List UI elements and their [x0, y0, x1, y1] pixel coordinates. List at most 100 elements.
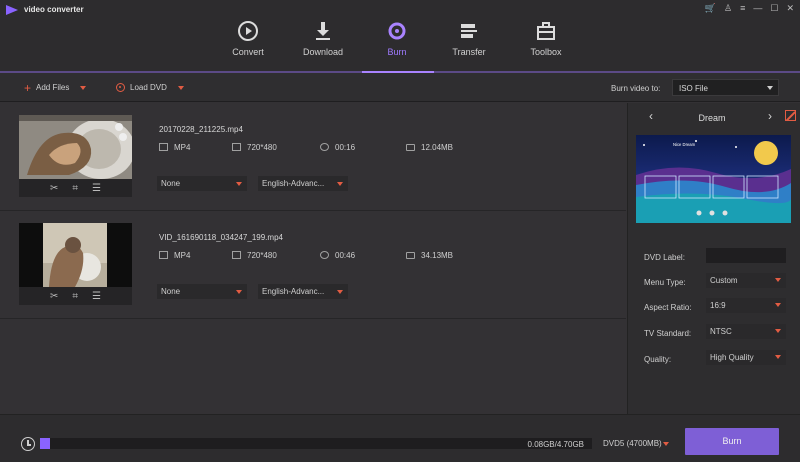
aspect-ratio-label: Aspect Ratio: [644, 303, 692, 312]
menu-template-preview[interactable]: Nice Dream [636, 135, 791, 223]
burn-disc-icon [388, 22, 406, 40]
tab-label: Download [302, 47, 344, 57]
dvd-label-input[interactable] [706, 248, 786, 263]
audio-select[interactable]: English-Advanc... [258, 284, 348, 299]
burn-settings-panel: ‹ Dream › Nice Dream DVD Label: Menu Typ… [627, 103, 800, 414]
toolbar: + Add Files Load DVD Burn video to: ISO … [0, 73, 800, 102]
subtitle-select[interactable]: None [157, 284, 247, 299]
tv-standard-value: NTSC [710, 327, 732, 336]
size-meta: 12.04MB [406, 143, 453, 152]
clock-icon [320, 251, 329, 259]
duration-value: 00:46 [335, 250, 356, 260]
chevron-down-icon[interactable] [80, 85, 87, 90]
subtitle-value: None [161, 179, 181, 188]
resolution-value: 720*480 [247, 250, 277, 260]
list-item[interactable]: ✂ ⌗ ☰ 20170228_211225.mp4 MP4 720*480 00… [0, 103, 626, 211]
main-nav: Convert Download Burn Transfer Toolbox [0, 18, 800, 72]
list-item[interactable]: ✂ ⌗ ☰ VID_161690118_034247_199.mp4 MP4 7… [0, 211, 626, 319]
minimize-icon[interactable]: — [753, 3, 762, 13]
size-meta: 34.13MB [406, 251, 453, 260]
crop-icon[interactable]: ⌗ [72, 183, 78, 194]
maximize-icon[interactable]: ☐ [770, 3, 778, 13]
resolution-icon [232, 251, 241, 259]
duration-meta: 00:16 [320, 143, 355, 152]
file-list: ✂ ⌗ ☰ 20170228_211225.mp4 MP4 720*480 00… [0, 103, 626, 414]
app-window: video converter 🛒 ♙ ≡ — ☐ ✕ Convert Down… [0, 0, 800, 462]
chevron-down-icon [775, 278, 781, 282]
chevron-down-icon [663, 442, 669, 446]
menu-type-label: Menu Type: [644, 278, 686, 287]
transfer-icon [461, 24, 477, 38]
thumbnail-tools: ✂ ⌗ ☰ [19, 179, 132, 197]
tab-burn[interactable]: Burn [357, 18, 437, 72]
disc-type-select[interactable]: DVD5 (4700MB) [600, 436, 672, 451]
chevron-down-icon[interactable] [177, 85, 184, 90]
subtitle-select[interactable]: None [157, 176, 247, 191]
format-meta: MP4 [159, 251, 190, 260]
clock-icon [320, 143, 329, 151]
capacity-fill [40, 438, 50, 449]
download-icon [316, 22, 330, 40]
add-files-button[interactable]: + Add Files [24, 82, 87, 94]
scissors-icon[interactable]: ✂ [50, 183, 58, 194]
quality-select[interactable]: High Quality [706, 350, 786, 365]
edit-template-icon[interactable] [785, 110, 796, 121]
chevron-down-icon [236, 182, 242, 186]
user-icon[interactable]: ♙ [724, 3, 732, 13]
thumbnail[interactable]: ✂ ⌗ ☰ [19, 223, 132, 305]
size-value: 34.13MB [421, 250, 454, 260]
disc-capacity-bar: 0.08GB/4.70GB [40, 438, 592, 449]
tab-toolbox[interactable]: Toolbox [506, 18, 586, 72]
bottom-bar: 0.08GB/4.70GB DVD5 (4700MB) Burn [0, 414, 800, 462]
chevron-right-icon[interactable]: › [768, 109, 772, 123]
chevron-down-icon [337, 182, 343, 186]
resolution-icon [232, 143, 241, 151]
close-icon[interactable]: ✕ [786, 3, 794, 13]
thumbnail[interactable]: ✂ ⌗ ☰ [19, 115, 132, 197]
resolution-meta: 720*480 [232, 143, 277, 152]
app-logo-icon [6, 5, 18, 15]
chevron-down-icon [337, 290, 343, 294]
size-value: 12.04MB [421, 142, 454, 152]
duration-meta: 00:46 [320, 251, 355, 260]
tv-standard-label: TV Standard: [644, 329, 692, 338]
burn-to-label: Burn video to: [611, 84, 661, 93]
chevron-down-icon [236, 290, 242, 294]
burn-to-select[interactable]: ISO File [672, 79, 779, 96]
add-files-label: Add Files [36, 83, 70, 92]
tv-standard-select[interactable]: NTSC [706, 324, 786, 339]
burn-to-value: ISO File [679, 84, 708, 93]
menu-icon[interactable]: ≡ [740, 3, 745, 13]
tab-label: Transfer [452, 47, 486, 57]
cart-icon[interactable]: 🛒 [705, 3, 716, 13]
app-title: video converter [24, 5, 84, 14]
subtitle-value: None [161, 287, 181, 296]
theme-selector: ‹ Dream › [628, 109, 800, 125]
preview-title: Nice Dream [673, 142, 696, 147]
chevron-down-icon [775, 329, 781, 333]
duration-value: 00:16 [335, 142, 356, 152]
quality-value: High Quality [710, 353, 754, 362]
crop-icon[interactable]: ⌗ [72, 291, 78, 302]
window-controls: 🛒 ♙ ≡ — ☐ ✕ [705, 3, 794, 13]
format-value: MP4 [174, 142, 191, 152]
format-value: MP4 [174, 250, 191, 260]
effects-icon[interactable]: ☰ [92, 183, 101, 194]
chevron-down-icon [775, 355, 781, 359]
disc-type-value: DVD5 (4700MB) [603, 439, 662, 448]
scissors-icon[interactable]: ✂ [50, 291, 58, 302]
load-dvd-button[interactable]: Load DVD [116, 83, 184, 92]
burn-button[interactable]: Burn [685, 428, 779, 455]
schedule-clock-icon[interactable] [21, 437, 35, 451]
tab-convert[interactable]: Convert [208, 18, 288, 72]
tab-transfer[interactable]: Transfer [429, 18, 509, 72]
audio-select[interactable]: English-Advanc... [258, 176, 348, 191]
resolution-meta: 720*480 [232, 251, 277, 260]
video-thumbnail [19, 223, 132, 287]
thumbnail-tools: ✂ ⌗ ☰ [19, 287, 132, 305]
tab-download[interactable]: Download [283, 18, 363, 72]
effects-icon[interactable]: ☰ [92, 291, 101, 302]
folder-icon [406, 251, 415, 259]
menu-type-select[interactable]: Custom [706, 273, 786, 288]
aspect-ratio-select[interactable]: 16:9 [706, 298, 786, 313]
